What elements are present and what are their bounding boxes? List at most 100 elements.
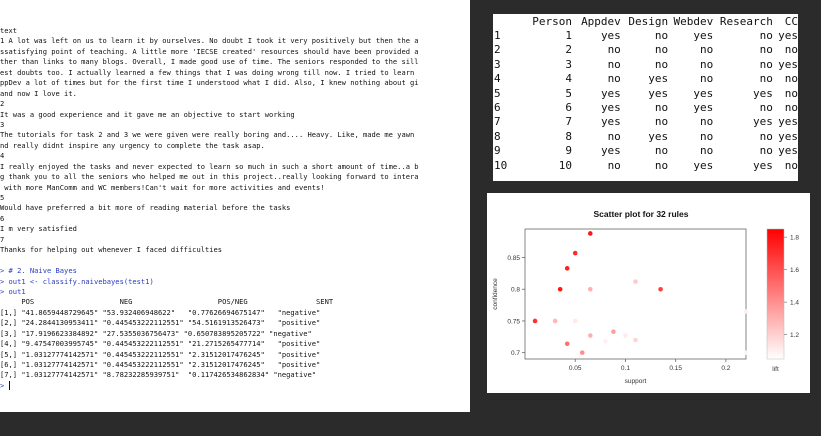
table-cell: no xyxy=(784,101,798,115)
data-point xyxy=(587,231,593,236)
row-name: 2 xyxy=(494,43,501,57)
table-cell: no xyxy=(759,57,773,71)
table-row: 4 4 no yes no no no xyxy=(493,72,798,86)
y-tick-label: 0.7 xyxy=(511,350,520,357)
data-point xyxy=(572,318,578,324)
column-header: Design xyxy=(628,14,669,28)
table-cell: yes xyxy=(648,72,669,86)
data-point xyxy=(633,279,638,284)
table-cell: yes xyxy=(752,86,773,100)
x-tick-label: 0.1 xyxy=(621,365,630,372)
table-cell: yes xyxy=(600,115,621,129)
table-cell: no xyxy=(654,43,669,57)
console-output-line: and now I love it. xyxy=(0,88,77,98)
console-output-line: [2,] "24.2844130953411" "0.4454532221125… xyxy=(0,318,321,328)
table-row: 10 10 no no yes yes no xyxy=(493,158,798,172)
console-output-line: It was a good experience and it gave me … xyxy=(0,109,295,119)
console-output-line: 2 xyxy=(0,99,5,109)
table-cell: no xyxy=(654,29,669,43)
table-cell: no xyxy=(607,158,621,172)
table-cell: no xyxy=(654,101,669,115)
row-name: 10 xyxy=(494,158,508,172)
table-cell: 7 xyxy=(565,115,573,129)
table-cell: yes xyxy=(600,29,621,43)
scatter-plot-panel: Scatter plot for 32 rules 0.05 0.1 0.15 0.2 s… xyxy=(487,193,810,393)
data-point xyxy=(579,350,585,355)
console-output-line: ppDev a lot of times but for the first t… xyxy=(0,78,419,88)
table-cell: yes xyxy=(752,115,773,129)
table-cell: yes xyxy=(693,29,714,43)
data-point xyxy=(552,318,558,324)
data-point xyxy=(658,286,663,292)
data-point xyxy=(557,286,563,292)
table-cell: no xyxy=(699,115,714,129)
table-cell: 6 xyxy=(565,101,573,115)
table-cell: no xyxy=(699,72,714,86)
console-output-line: [1,] "41.8659448729645" "53.932406948622… xyxy=(0,307,321,317)
data-point xyxy=(564,341,570,347)
table-cell: no xyxy=(759,29,773,43)
chart-title: Scatter plot for 32 rules xyxy=(594,209,689,219)
table-cell: yes xyxy=(778,57,798,71)
r-console[interactable]: text 1 A lot was left on us to learn it b… xyxy=(0,0,470,412)
console-output-line: [7,] "1.03127774142571" "8.7823228593975… xyxy=(0,370,317,380)
console-output-line: 5 xyxy=(0,193,5,202)
table-cell: 3 xyxy=(565,57,573,71)
table-cell: 8 xyxy=(565,129,573,143)
table-cell: no xyxy=(654,57,669,71)
table-cell: yes xyxy=(752,158,773,172)
table-cell: no xyxy=(784,86,798,100)
data-point xyxy=(743,309,749,314)
console-output-line: ther than links to many blogs. Overall, … xyxy=(0,57,419,67)
table-cell: 10 xyxy=(558,158,573,172)
row-name: 8 xyxy=(494,129,501,143)
table-cell: yes xyxy=(778,129,798,143)
console-output-line: [5,] "1.03127774142571" "0.4454532221125… xyxy=(0,349,321,359)
console-output-line: est doubts too. I actually learned a few… xyxy=(0,67,415,77)
data-point xyxy=(564,266,570,271)
table-cell: no xyxy=(607,129,621,143)
table-cell: no xyxy=(759,101,773,115)
y-tick-label: 0.75 xyxy=(507,318,520,325)
row-name: 1 xyxy=(494,29,501,43)
table-cell: no xyxy=(654,115,669,129)
table-cell: no xyxy=(699,43,714,57)
data-point xyxy=(743,350,749,355)
row-name: 6 xyxy=(494,101,501,115)
table-cell: no xyxy=(699,129,714,143)
table-row: 9 9 yes no no no yes xyxy=(493,144,798,158)
table-row: 2 2 no no no no no xyxy=(493,43,798,57)
table-cell: yes xyxy=(693,101,714,115)
table-cell: no xyxy=(699,144,714,158)
table-cell: no xyxy=(607,72,621,86)
legend-tick-label: 1.6 xyxy=(790,267,799,274)
console-output-line: Thanks for helping out whenever I faced … xyxy=(0,245,223,255)
y-tick-label: 0.85 xyxy=(507,255,520,262)
table-cell: no xyxy=(759,43,773,57)
table-row: 8 8 no yes no no yes xyxy=(493,129,798,143)
legend-label: lift xyxy=(772,366,779,373)
console-output-line: ssatisfying point of teaching. A little … xyxy=(0,46,419,56)
console-output-line: g thank you to all the seniors who helpe… xyxy=(0,172,419,182)
data-point xyxy=(572,250,578,256)
table-cell: 1 xyxy=(565,29,573,43)
console-input-line[interactable]: > xyxy=(0,381,470,391)
console-output-line: Would have preferred a bit more of readi… xyxy=(0,203,291,213)
console-output-line: I m very satisfied xyxy=(0,224,77,234)
column-header: Research xyxy=(719,14,773,28)
table-cell: yes xyxy=(778,144,798,158)
table-row: 7 7 yes no no yes yes xyxy=(493,115,798,129)
data-point xyxy=(587,333,593,338)
table-row: 6 6 yes no yes no no xyxy=(493,100,798,114)
dataframe-corner xyxy=(493,14,523,28)
console-output-line: The tutorials for task 2 and 3 we were g… xyxy=(0,130,415,140)
dataframe-header-row: Person Appdev Design Webdev Research CC xyxy=(493,14,798,28)
x-tick-label: 0.15 xyxy=(669,365,682,372)
data-point xyxy=(623,333,628,338)
data-point xyxy=(603,338,608,344)
console-output-line: [3,] "17.9196623384892" "27.535503675647… xyxy=(0,328,312,338)
table-cell: yes xyxy=(600,144,621,158)
table-cell: yes xyxy=(778,115,798,129)
data-point xyxy=(611,329,616,335)
